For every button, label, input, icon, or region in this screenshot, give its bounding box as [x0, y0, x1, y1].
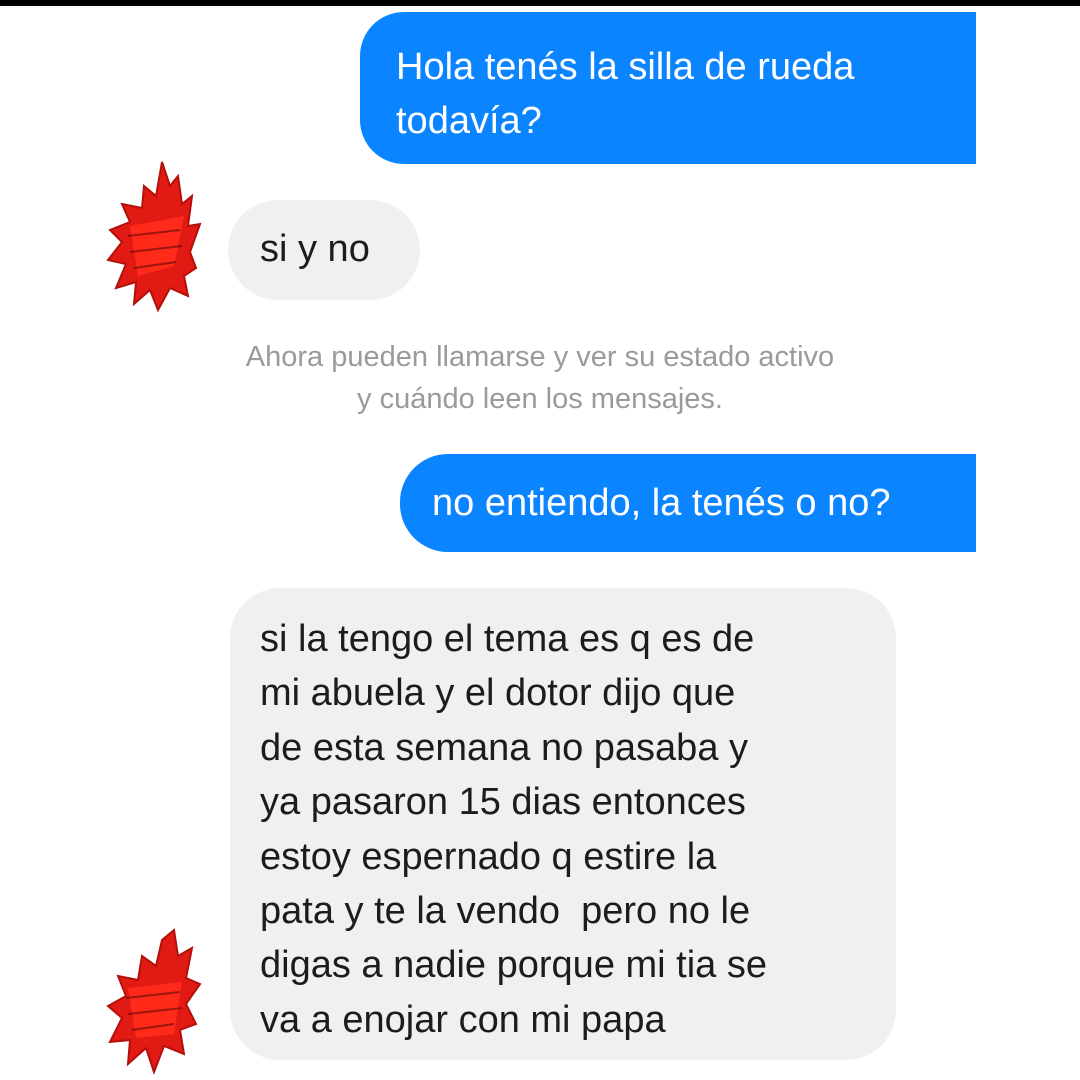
status-notice: Ahora pueden llamarse y ver su estado ac…: [245, 341, 835, 415]
sent-message-bubble[interactable]: Hola tenés la silla de rueda todavía?: [360, 12, 976, 164]
received-message-bubble[interactable]: si la tengo el tema es q es de mi abuela…: [230, 588, 896, 1060]
chat-screen: Hola tenés la silla de rueda todavía? si…: [0, 0, 1080, 1080]
avatar[interactable]: [100, 156, 210, 316]
avatar[interactable]: [102, 926, 206, 1076]
top-border: [0, 0, 1080, 6]
sent-message-bubble[interactable]: no entiendo, la tenés o no?: [400, 454, 976, 552]
received-message-bubble[interactable]: si y no: [228, 200, 420, 300]
